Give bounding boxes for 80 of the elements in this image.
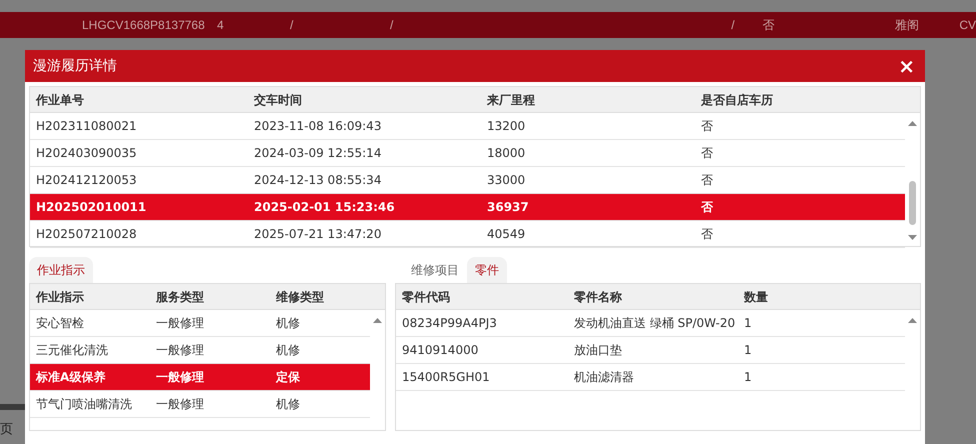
tab[interactable]: 维修项目 bbox=[403, 257, 467, 283]
table-cell-text: 否 bbox=[700, 199, 714, 216]
table-cell-text: 15400R5GH01 bbox=[401, 369, 491, 386]
table-cell-text: H202311080021 bbox=[35, 118, 138, 135]
table-cell-text: 4 bbox=[217, 17, 224, 34]
column-header: 服务类型 bbox=[154, 288, 205, 306]
table-cell-text: H202502010011 bbox=[35, 199, 148, 216]
table-cell-text: 节气门喷油嘴清洗 bbox=[35, 396, 133, 413]
table-cell-text: H202403090035 bbox=[35, 145, 138, 162]
scrollbar-thumb[interactable] bbox=[909, 181, 916, 225]
table-cell-text: 一般修理 bbox=[155, 315, 205, 332]
column-header: 维修类型 bbox=[275, 288, 325, 306]
table-cell-text: LHGCV1668P8137768 bbox=[82, 17, 205, 34]
column-header: 零件代码 bbox=[401, 288, 451, 306]
column-header: 作业指示 bbox=[34, 288, 85, 306]
column-header: 数量 bbox=[742, 288, 769, 306]
scroll-up-arrow-icon[interactable] bbox=[908, 318, 917, 323]
scroll-up-arrow-icon[interactable] bbox=[908, 121, 917, 126]
table-row[interactable]: H202507210028 2025-07-21 13:47:20 40549 否 bbox=[30, 221, 905, 248]
close-button[interactable]: × bbox=[896, 56, 917, 76]
table-row[interactable]: H202502010011 2025-02-01 15:23:46 36937 否 bbox=[30, 194, 905, 221]
dialog-title: 漫游履历详情 bbox=[33, 56, 117, 76]
table-cell-text: / bbox=[290, 17, 294, 34]
table-cell-text: 一般修理 bbox=[155, 369, 205, 386]
table-cell-text: 2025-07-21 13:47:20 bbox=[253, 226, 382, 243]
table-cell-text: 1 bbox=[743, 342, 753, 359]
table-row[interactable]: H202403090035 2024-03-09 12:55:14 18000 否 bbox=[30, 140, 905, 167]
table-cell-text: 否 bbox=[700, 226, 714, 243]
table-cell-text: 33000 bbox=[486, 172, 526, 189]
table-cell-text: 18000 bbox=[486, 145, 526, 162]
table-cell-text: 雅阁 bbox=[895, 17, 919, 34]
table-row[interactable]: 安心智检 一般修理 机修 bbox=[30, 310, 370, 337]
table-cell-text: 2024-03-09 12:55:14 bbox=[253, 145, 382, 162]
table-row[interactable]: 节气门喷油嘴清洗 一般修理 机修 bbox=[30, 391, 370, 418]
table-cell-text: 否 bbox=[700, 172, 714, 189]
table-cell-text: H202412120053 bbox=[35, 172, 138, 189]
table-cell-text: 机修 bbox=[275, 315, 301, 332]
table-cell-text: 发动机油直送 绿桶 SP/0W-20 bbox=[573, 315, 736, 332]
tab[interactable]: 作业指示 bbox=[29, 257, 93, 283]
scroll-up-arrow-icon[interactable] bbox=[373, 318, 382, 323]
table-cell-text: 机修 bbox=[275, 396, 301, 413]
table-cell-text: 一般修理 bbox=[155, 342, 205, 359]
table-cell-text: 否 bbox=[700, 118, 714, 135]
table-cell-text: CV bbox=[959, 17, 976, 34]
table-row[interactable]: H202311080021 2023-11-08 16:09:43 13200 否 bbox=[30, 113, 905, 140]
column-header: 交车时间 bbox=[253, 92, 303, 108]
table-row[interactable]: 标准A级保养 一般修理 定保 bbox=[30, 364, 370, 391]
table-cell-text: / bbox=[731, 17, 735, 34]
table-cell-text: 否 bbox=[700, 145, 714, 162]
table-cell-text: H202507210028 bbox=[35, 226, 138, 243]
scroll-down-arrow-icon[interactable] bbox=[908, 235, 917, 240]
table-cell-text: 三元催化清洗 bbox=[35, 342, 109, 359]
table-row[interactable]: 15400R5GH01 机油滤清器 1 bbox=[396, 364, 905, 391]
table-row[interactable]: 08234P99A4PJ3 发动机油直送 绿桶 SP/0W-20 1 bbox=[396, 310, 905, 337]
table-cell-text: / bbox=[390, 17, 394, 34]
table-cell-text: 2024-12-13 08:55:34 bbox=[253, 172, 382, 189]
table-cell-text: 一般修理 bbox=[155, 396, 205, 413]
table-cell-text: 13200 bbox=[486, 118, 526, 135]
table-cell-text: 定保 bbox=[274, 369, 301, 386]
table-cell-text: 1 bbox=[743, 369, 753, 386]
table-cell-text: 1 bbox=[743, 315, 753, 332]
column-header: 是否自店车历 bbox=[700, 92, 774, 108]
table-cell-text: 放油口垫 bbox=[573, 342, 623, 359]
column-header: 来厂里程 bbox=[486, 92, 536, 108]
table-cell-text: 安心智检 bbox=[35, 315, 85, 332]
table-row[interactable]: 9410914000 放油口垫 1 bbox=[396, 337, 905, 364]
column-header: 零件名称 bbox=[573, 288, 623, 306]
table-cell-text: 08234P99A4PJ3 bbox=[401, 315, 498, 332]
table-cell-text: 机油滤清器 bbox=[573, 369, 635, 386]
table-cell-text: 2025-02-01 15:23:46 bbox=[253, 199, 396, 216]
table-cell-text: 36937 bbox=[486, 199, 530, 216]
column-header: 作业单号 bbox=[34, 92, 85, 108]
table-cell-text: 40549 bbox=[486, 226, 526, 243]
table-cell-text: 否 bbox=[762, 17, 774, 34]
table-cell-text: 机修 bbox=[275, 342, 301, 359]
table-cell-text: 2023-11-08 16:09:43 bbox=[253, 118, 382, 135]
table-cell-text: 9410914000 bbox=[401, 342, 480, 359]
table-cell-text: 标准A级保养 bbox=[34, 369, 106, 386]
pager-label: 页 bbox=[0, 421, 13, 439]
tab[interactable]: 零件 bbox=[467, 257, 507, 283]
